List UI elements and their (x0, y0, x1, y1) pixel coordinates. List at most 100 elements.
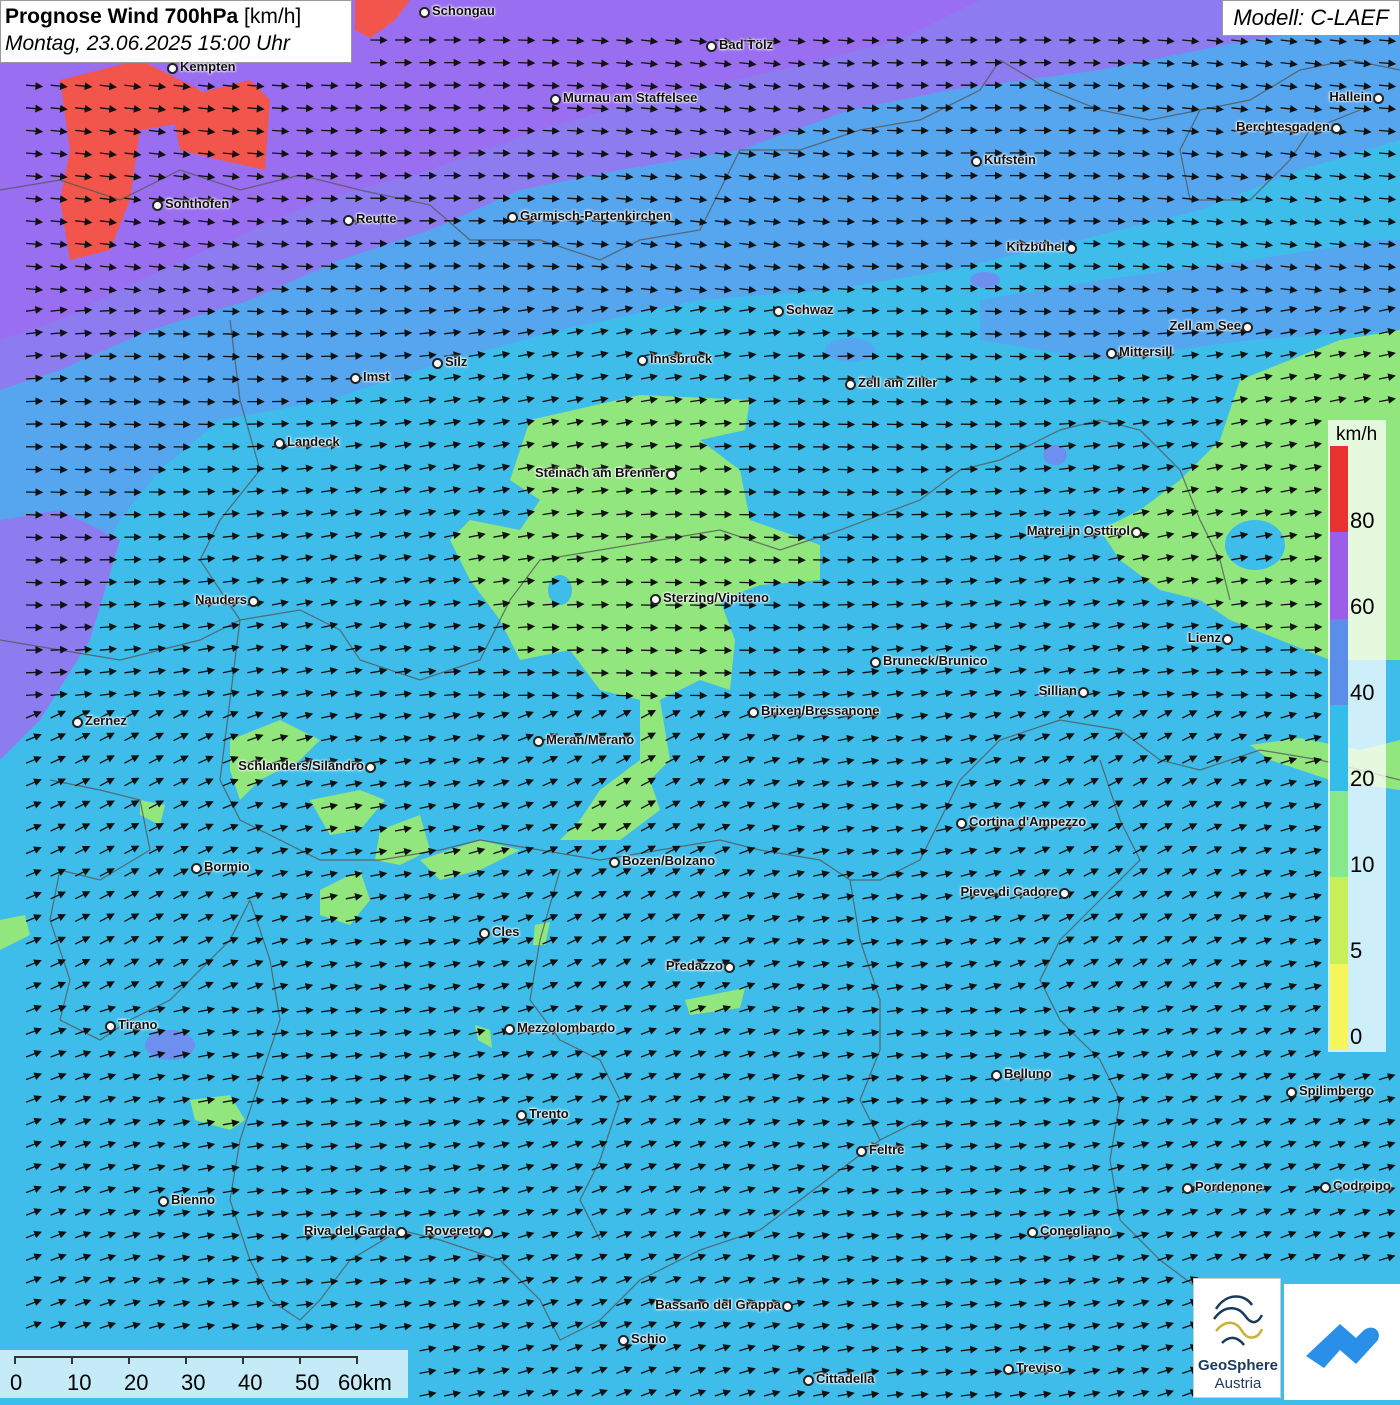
city-label: Rovereto (425, 1223, 481, 1238)
wind-arrow (518, 266, 534, 267)
wind-arrow (297, 108, 313, 109)
wind-arrow (518, 108, 534, 109)
wind-arrow (862, 63, 878, 64)
wind-arrow (124, 447, 140, 448)
city-marker (1106, 348, 1117, 359)
wind-arrow (862, 40, 878, 41)
wind-arrow (813, 627, 829, 628)
city-label: Cortina d'Ampezzo (969, 814, 1086, 829)
wind-arrow (124, 424, 140, 425)
wind-arrow (838, 627, 854, 628)
city-label: Pieve di Cadore (960, 884, 1058, 899)
mountain-cloud-logo[interactable] (1284, 1284, 1400, 1400)
wind-arrow (543, 176, 559, 177)
geosphere-sub: Austria (1194, 1375, 1282, 1392)
city-label: Reutte (356, 211, 396, 226)
wind-arrow (616, 559, 632, 560)
city-label: Predazzo (666, 958, 723, 973)
wind-arrow (838, 605, 854, 606)
wind-arrow (75, 333, 91, 334)
wind-arrow (223, 356, 239, 357)
wind-arrow (789, 378, 805, 379)
city-label: Zernez (85, 713, 127, 728)
wind-arrow (715, 605, 731, 606)
wind-arrow (1084, 85, 1100, 86)
wind-arrow (26, 537, 42, 538)
wind-arrow (469, 695, 485, 696)
wind-arrow (1084, 266, 1100, 267)
geosphere-logo-icon (1208, 1289, 1268, 1351)
legend-unit: km/h (1336, 424, 1377, 446)
wind-arrow (1305, 627, 1321, 628)
wind-arrow (543, 266, 559, 267)
city-marker (274, 438, 285, 449)
wind-arrow (297, 176, 313, 177)
wind-arrow (862, 85, 878, 86)
wind-arrow (690, 628, 706, 629)
wind-arrow (1108, 85, 1124, 86)
city-label: Meran/Merano (546, 732, 634, 747)
wind-arrow (1084, 108, 1100, 109)
city-label: Sterzing/Vipiteno (663, 590, 769, 605)
wind-arrow (862, 108, 878, 109)
wind-arrow (75, 492, 91, 493)
city-label: Nauders (195, 592, 247, 607)
legend-segment (1330, 964, 1348, 1050)
wind-arrow (543, 243, 559, 244)
wind-arrow (493, 672, 509, 673)
legend-segment (1330, 619, 1348, 705)
scale-tick (356, 1356, 358, 1364)
wind-arrow (813, 649, 829, 650)
city-label: Imst (363, 369, 390, 384)
wind-arrow (887, 243, 903, 244)
wind-arrow (985, 311, 1001, 312)
city-label: Landeck (287, 434, 340, 449)
city-marker (1078, 687, 1089, 698)
wind-arrow (518, 40, 534, 41)
wind-arrow (321, 130, 337, 131)
city-marker (396, 1227, 407, 1238)
wind-arrow (789, 537, 805, 538)
wind-arrow (616, 695, 632, 696)
wind-arrow (985, 469, 1001, 470)
wind-arrow (1035, 424, 1051, 425)
city-marker (706, 41, 717, 52)
wind-arrow (838, 356, 854, 357)
city-marker (507, 212, 518, 223)
wind-arrow (518, 63, 534, 64)
city-marker (1131, 527, 1142, 538)
scale-label: 10 (67, 1370, 91, 1396)
wind-arrow (395, 311, 411, 312)
wind-arrow (51, 650, 67, 651)
geosphere-logo[interactable]: GeoSphere Austria (1193, 1278, 1281, 1398)
wind-arrow (198, 492, 214, 493)
wind-arrow (887, 447, 903, 448)
scale-tick (242, 1356, 244, 1364)
wind-arrow (912, 537, 928, 538)
wind-arrow (961, 379, 977, 380)
city-label: Murnau am Staffelsee (563, 90, 697, 105)
wind-arrow (297, 221, 313, 222)
city-marker (533, 736, 544, 747)
wind-arrow (961, 334, 977, 335)
wind-arrow (862, 604, 878, 605)
city-marker (191, 863, 202, 874)
wind-arrow (1084, 221, 1100, 222)
wind-arrow (223, 469, 239, 470)
city-label: Hallein (1329, 89, 1372, 104)
city-marker (1242, 322, 1253, 333)
legend-tick-label: 20 (1350, 766, 1374, 792)
city-marker (666, 469, 677, 480)
wind-arrow (51, 492, 67, 493)
wind-arrow (862, 130, 878, 131)
city-marker (971, 156, 982, 167)
wind-arrow (124, 582, 140, 583)
wind-arrow (887, 559, 903, 560)
wind-arrow (247, 311, 263, 312)
scale-label: 40 (238, 1370, 262, 1396)
city-label: Brixen/Bressanone (761, 703, 880, 718)
wind-arrow (887, 176, 903, 177)
wind-arrow (887, 153, 903, 154)
wind-arrow (887, 221, 903, 222)
wind-arrow (100, 469, 116, 470)
